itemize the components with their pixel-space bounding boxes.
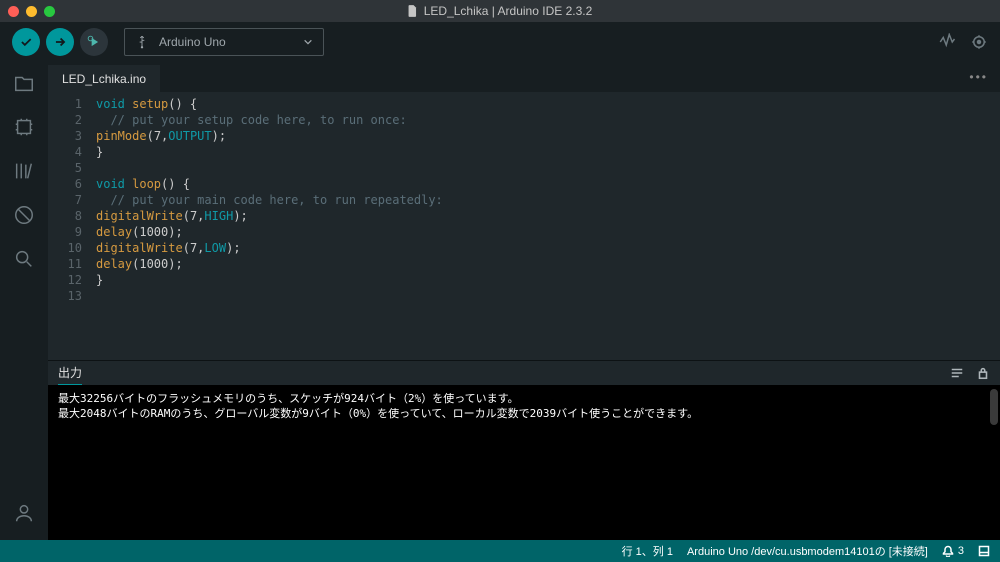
debug-icon <box>87 35 101 49</box>
maximize-window-button[interactable] <box>44 6 55 17</box>
window-controls <box>8 6 55 17</box>
tab-active[interactable]: LED_Lchika.ino <box>48 65 160 92</box>
panel-actions <box>950 366 990 380</box>
board-manager-icon[interactable] <box>13 116 35 138</box>
notifications-button[interactable]: 3 <box>942 545 964 557</box>
panel-tab-output[interactable]: 出力 <box>58 361 82 386</box>
line-gutter: 12345678910111213 <box>48 92 96 360</box>
serial-monitor-icon[interactable] <box>970 33 988 51</box>
library-manager-icon[interactable] <box>13 160 35 182</box>
check-icon <box>19 35 33 49</box>
titlebar: LED_Lchika | Arduino IDE 2.3.2 <box>0 0 1000 22</box>
close-panel-button[interactable] <box>978 545 990 557</box>
sketchbook-icon[interactable] <box>13 72 35 94</box>
window-title-text: LED_Lchika | Arduino IDE 2.3.2 <box>424 4 593 18</box>
activity-bar <box>0 62 48 540</box>
tab-label: LED_Lchika.ino <box>62 72 146 86</box>
toolbar-right <box>938 33 988 51</box>
toolbar-left: Arduino Uno <box>12 28 324 56</box>
arrow-right-icon <box>53 35 67 49</box>
code-editor[interactable]: 12345678910111213 void setup() { // put … <box>48 92 1000 360</box>
tab-bar: LED_Lchika.ino ••• <box>48 62 1000 92</box>
debug-panel-icon[interactable] <box>13 204 35 226</box>
editor-area: LED_Lchika.ino ••• 12345678910111213 voi… <box>48 62 1000 540</box>
usb-icon <box>135 35 149 49</box>
editor-more-button[interactable]: ••• <box>957 70 1000 84</box>
toolbar: Arduino Uno <box>0 22 1000 62</box>
verify-button[interactable] <box>12 28 40 56</box>
panel-scrollbar[interactable] <box>990 389 998 425</box>
output-panel: 出力 最大32256バイトのフラッシュメモリのうち、スケッチが924バイト（2%… <box>48 360 1000 540</box>
panel-header: 出力 <box>48 361 1000 385</box>
chevron-down-icon <box>303 37 313 47</box>
panel-body[interactable]: 最大32256バイトのフラッシュメモリのうち、スケッチが924バイト（2%）を使… <box>48 385 1000 540</box>
panel-options-icon[interactable] <box>950 366 964 380</box>
file-icon <box>408 5 418 17</box>
close-window-button[interactable] <box>8 6 19 17</box>
board-selector[interactable]: Arduino Uno <box>124 28 324 56</box>
search-icon[interactable] <box>13 248 35 270</box>
serial-plotter-icon[interactable] <box>938 33 956 51</box>
code-lines[interactable]: void setup() { // put your setup code he… <box>96 92 1000 360</box>
window-title: LED_Lchika | Arduino IDE 2.3.2 <box>408 4 593 18</box>
output-line: 最大32256バイトのフラッシュメモリのうち、スケッチが924バイト（2%）を使… <box>58 391 990 406</box>
panel-lock-icon[interactable] <box>976 366 990 380</box>
board-status[interactable]: Arduino Uno /dev/cu.usbmodem14101の [未接続] <box>687 543 928 559</box>
main-area: LED_Lchika.ino ••• 12345678910111213 voi… <box>0 62 1000 540</box>
cursor-position[interactable]: 行 1、列 1 <box>622 543 673 559</box>
minimize-window-button[interactable] <box>26 6 37 17</box>
output-line: 最大2048バイトのRAMのうち、グローバル変数が9バイト（0%）を使っていて、… <box>58 406 990 421</box>
account-icon[interactable] <box>13 502 35 524</box>
notification-count: 3 <box>958 545 964 557</box>
upload-button[interactable] <box>46 28 74 56</box>
debug-button[interactable] <box>80 28 108 56</box>
panel-toggle-icon <box>978 545 990 557</box>
statusbar: 行 1、列 1 Arduino Uno /dev/cu.usbmodem1410… <box>0 540 1000 562</box>
bell-icon <box>942 545 954 557</box>
board-name: Arduino Uno <box>159 35 226 49</box>
